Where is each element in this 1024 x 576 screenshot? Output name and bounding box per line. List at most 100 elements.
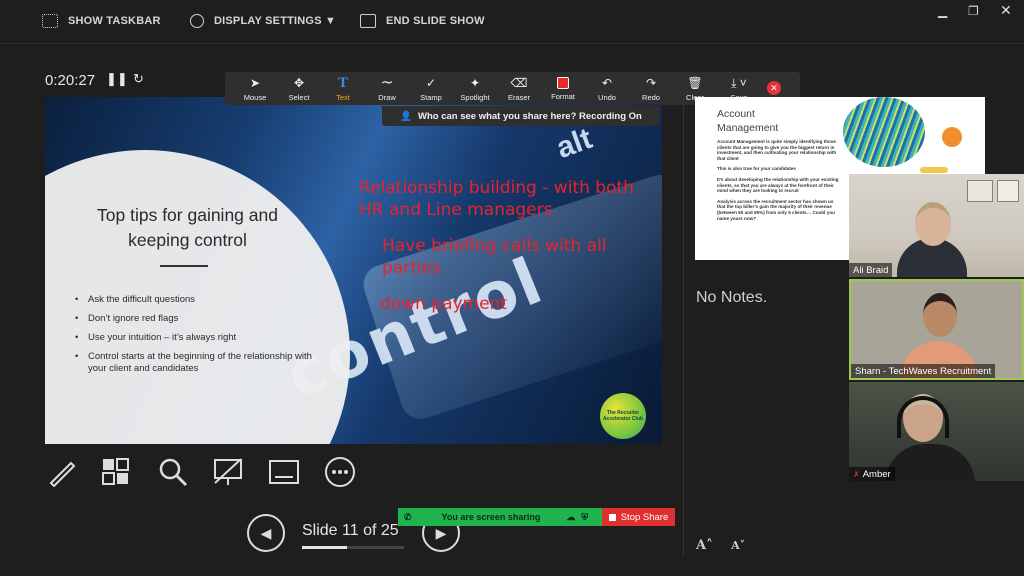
participant-body	[885, 444, 975, 481]
subtitles-icon[interactable]	[268, 456, 300, 488]
display-settings-button[interactable]: DISPLAY SETTINGS ▼	[190, 14, 336, 28]
tool-redo[interactable]: ↷ Redo	[629, 72, 673, 102]
logo-text: The Recruiter Accelerator Club	[602, 410, 643, 422]
show-taskbar-button[interactable]: SHOW TASKBAR	[42, 14, 161, 28]
stop-share-button[interactable]: Stop Share	[602, 508, 675, 526]
slide-progress	[302, 546, 404, 549]
tool-label: Redo	[642, 93, 660, 102]
display-settings-icon	[190, 14, 204, 28]
minimize-icon[interactable]: ▁	[938, 4, 947, 18]
share-status-text: You are screen sharing	[441, 512, 541, 522]
chevron-right-icon: ▶	[435, 524, 447, 541]
zoom-slide-icon[interactable]	[157, 456, 189, 488]
next-slide-title: Account Management	[717, 108, 779, 134]
chevron-left-icon: ◀	[260, 524, 272, 541]
bullet-item: Control starts at the beginning of the r…	[75, 351, 315, 375]
tool-label: Undo	[598, 93, 616, 102]
tool-label: Spotlight	[460, 93, 490, 102]
stamp-icon: ✓	[425, 76, 437, 90]
tool-label: Format	[551, 92, 575, 101]
alt-key-text: alt	[552, 122, 597, 166]
previous-slide-button[interactable]: ◀	[247, 514, 285, 552]
format-icon	[557, 77, 569, 89]
presenter-topbar: SHOW TASKBAR DISPLAY SETTINGS ▼ END SLID…	[0, 0, 1024, 44]
tool-spotlight[interactable]: ✦ Spotlight	[453, 72, 497, 102]
tool-format[interactable]: Format	[541, 72, 585, 101]
tool-stamp[interactable]: ✓ Stamp	[409, 72, 453, 102]
next-slide-paragraph: Account Management is quite simply ident…	[717, 139, 837, 161]
bullet-item: Use your intuition – it’s always right	[75, 332, 315, 344]
next-slide-orange-dot	[942, 127, 962, 147]
participant-name: Ali Braid	[849, 263, 893, 277]
next-slide-yellow-shape	[920, 167, 948, 173]
phone-icon: ✆	[404, 511, 412, 522]
slide-divider	[160, 265, 208, 267]
annotation-text[interactable]: down payment	[380, 293, 580, 315]
tool-label: Eraser	[507, 93, 531, 102]
participant-name-text: Ali Braid	[853, 264, 889, 276]
participant-face	[923, 293, 957, 337]
people-icon: 👤	[400, 110, 412, 122]
wall-picture	[997, 180, 1019, 202]
participant-name-text: Sharn - TechWaves Recruitment	[855, 365, 992, 377]
stop-icon	[608, 513, 616, 521]
undo-icon: ↶	[601, 76, 613, 90]
bullet-item: Ask the difficult questions	[75, 294, 315, 306]
spotlight-icon: ✦	[469, 76, 481, 90]
next-slide-paragraph: It’s about developing the relationship w…	[717, 176, 839, 194]
close-toolbar-icon[interactable]: ✕	[767, 81, 781, 95]
next-slide-paragraph: This is also true for your candidates	[717, 166, 796, 172]
decrease-font-icon[interactable]: A˅	[731, 539, 745, 552]
screen-share-bar: ✆ You are screen sharing ☁ ⛨ Stop Share	[398, 508, 675, 526]
tool-label: Draw	[378, 93, 396, 102]
tool-mouse[interactable]: ➤ Mouse	[233, 72, 277, 102]
taskbar-icon	[42, 14, 58, 28]
annotation-text[interactable]: Have briefing calls with all parties	[382, 235, 652, 279]
tool-label: Mouse	[243, 93, 267, 102]
presenter-view: SHOW TASKBAR DISPLAY SETTINGS ▼ END SLID…	[0, 0, 1024, 576]
restore-icon[interactable]: ❐	[968, 4, 979, 18]
trash-icon: 🗑	[687, 76, 703, 90]
slide-progress-fill	[302, 546, 347, 549]
video-tile-active-speaker[interactable]: Sharn - TechWaves Recruitment	[849, 279, 1024, 380]
tool-draw[interactable]: ∼ Draw	[365, 72, 409, 102]
end-slide-show-button[interactable]: END SLIDE SHOW	[360, 14, 485, 28]
video-tile[interactable]: ✗ Amber	[849, 382, 1024, 481]
current-slide: alt control Top tips for gaining and kee…	[45, 97, 662, 444]
eraser-icon: ⌫	[510, 76, 528, 90]
end-slide-show-label: END SLIDE SHOW	[386, 15, 485, 27]
wall-picture	[967, 180, 993, 202]
recording-notice[interactable]: 👤 Who can see what you share here? Recor…	[382, 106, 660, 126]
stop-share-label: Stop Share	[620, 511, 669, 523]
annotation-text[interactable]: Relationship building - with both HR and…	[359, 177, 649, 221]
participant-name: Sharn - TechWaves Recruitment	[851, 364, 996, 378]
redo-icon: ↷	[645, 76, 657, 90]
tool-eraser[interactable]: ⌫ Eraser	[497, 72, 541, 102]
pause-icon[interactable]: ❚❚	[106, 71, 128, 87]
next-slide-body: Account Management is quite simply ident…	[717, 139, 842, 226]
tool-label: Text	[336, 93, 350, 102]
font-size-controls: A˄ A˅	[696, 538, 745, 553]
close-icon[interactable]: ✕	[1000, 2, 1012, 19]
display-settings-label: DISPLAY SETTINGS ▼	[214, 15, 337, 27]
slide-counter[interactable]: Slide 11 of 25	[302, 522, 399, 540]
black-screen-icon[interactable]	[212, 456, 244, 488]
slide-title: Top tips for gaining and keeping control	[97, 205, 278, 250]
participant-name: ✗ Amber	[849, 467, 895, 481]
shield-icon: ⛨	[581, 511, 589, 522]
tool-text[interactable]: T Text	[321, 72, 365, 103]
participant-name-text: Amber	[862, 468, 891, 480]
tool-select[interactable]: ✥ Select	[277, 72, 321, 102]
reset-timer-icon[interactable]: ↻	[133, 71, 144, 87]
video-tile[interactable]: Ali Braid	[849, 174, 1024, 277]
next-slide-swirl-graphic	[843, 97, 925, 167]
recruiter-accelerator-logo: The Recruiter Accelerator Club	[600, 393, 646, 439]
pen-tool-icon[interactable]	[46, 456, 78, 488]
increase-font-icon[interactable]: A˄	[696, 538, 713, 553]
speaker-notes[interactable]: No Notes.	[696, 289, 767, 307]
more-options-icon[interactable]	[324, 456, 356, 488]
tool-undo[interactable]: ↶ Undo	[585, 72, 629, 102]
share-status[interactable]: ✆ You are screen sharing ☁ ⛨	[398, 508, 602, 526]
see-all-slides-icon[interactable]	[100, 456, 132, 488]
panel-divider[interactable]	[683, 97, 684, 557]
